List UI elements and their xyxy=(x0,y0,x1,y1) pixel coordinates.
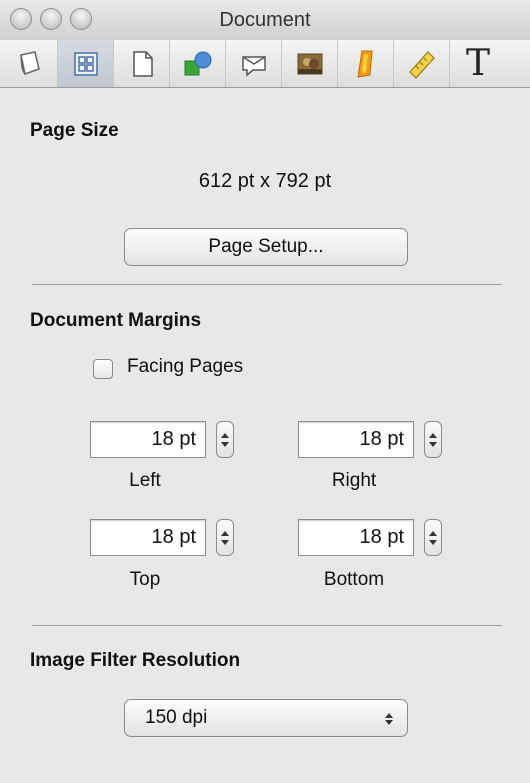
title-bar[interactable]: Document xyxy=(0,0,530,40)
ruler-icon xyxy=(408,50,435,79)
text-icon: T xyxy=(465,42,490,84)
document-inspector-window: Document T Page Size 612 pt x 792 pt Pag… xyxy=(0,0,530,783)
shapes-icon xyxy=(184,51,211,75)
tab-graphic[interactable] xyxy=(170,40,226,87)
window-title: Document xyxy=(219,9,311,31)
tab-comments[interactable] xyxy=(226,40,282,87)
tab-measure[interactable] xyxy=(394,40,450,87)
facing-pages-checkbox[interactable] xyxy=(93,359,113,379)
bottom-margin-label: Bottom xyxy=(323,569,385,590)
stepper-up-icon xyxy=(429,433,437,438)
page-setup-button[interactable]: Page Setup... xyxy=(124,228,408,266)
stepper-up-icon xyxy=(221,433,229,438)
separator xyxy=(32,284,502,285)
tab-layout[interactable] xyxy=(58,40,114,87)
comment-bubble-icon xyxy=(241,55,266,77)
photo-icon xyxy=(297,53,322,74)
left-margin-field[interactable]: 18 pt xyxy=(90,421,206,458)
right-margin-label: Right xyxy=(331,470,377,491)
stepper-up-icon xyxy=(221,531,229,536)
pages-icon xyxy=(19,50,40,75)
inspector-toolbar: T xyxy=(0,40,530,88)
stepper-down-icon xyxy=(221,442,229,447)
resolution-select-value: 150 dpi xyxy=(145,707,208,728)
right-margin-stepper[interactable] xyxy=(424,421,442,458)
left-margin-label: Left xyxy=(129,470,161,491)
document-margins-heading: Document Margins xyxy=(30,310,202,331)
separator xyxy=(32,625,502,626)
stepper-up-icon xyxy=(429,531,437,536)
bottom-margin-field[interactable]: 18 pt xyxy=(298,519,414,556)
stepper-down-icon xyxy=(429,442,437,447)
left-margin-stepper[interactable] xyxy=(216,421,234,458)
top-margin-field[interactable]: 18 pt xyxy=(90,519,206,556)
tab-pages[interactable] xyxy=(2,40,58,87)
top-margin-label: Top xyxy=(129,569,161,590)
tab-highlight[interactable] xyxy=(338,40,394,87)
top-margin-stepper[interactable] xyxy=(216,519,234,556)
page-size-heading: Page Size xyxy=(30,120,119,141)
facing-pages-label: Facing Pages xyxy=(127,356,244,377)
stepper-down-icon xyxy=(221,540,229,545)
grid-layout-icon xyxy=(73,51,98,76)
highlighter-icon xyxy=(356,50,373,78)
resolution-select[interactable]: 150 dpi xyxy=(124,699,408,737)
tab-image[interactable] xyxy=(282,40,338,87)
bottom-margin-stepper[interactable] xyxy=(424,519,442,556)
right-margin-field[interactable]: 18 pt xyxy=(298,421,414,458)
select-arrows-icon xyxy=(385,713,393,725)
tab-text[interactable]: T xyxy=(450,40,506,87)
page-icon xyxy=(132,50,153,77)
image-filter-resolution-heading: Image Filter Resolution xyxy=(30,650,241,671)
page-size-value: 612 pt x 792 pt xyxy=(198,170,332,192)
tab-document[interactable] xyxy=(114,40,170,87)
stepper-down-icon xyxy=(429,540,437,545)
